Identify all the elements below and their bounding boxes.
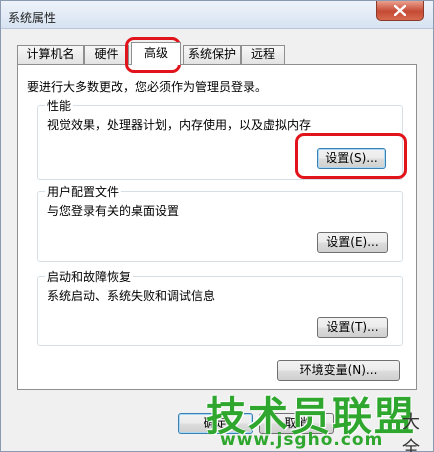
tab-system-protection[interactable]: 系统保护 (183, 45, 241, 64)
admin-notice: 要进行大多数更改，您必须作为管理员登录。 (27, 80, 268, 94)
cancel-button[interactable]: 取消 (259, 413, 334, 434)
tab-remote[interactable]: 远程 (241, 45, 285, 64)
user-profiles-settings-button[interactable]: 设置(E)... (317, 232, 388, 253)
watermark-side-text: 大全 (402, 412, 420, 452)
system-properties-window: 系统属性 计算机名 硬件 高级 系统保护 远程 要进行大多数更改，您必须作为管理… (0, 0, 434, 452)
close-button[interactable] (376, 1, 424, 21)
performance-label: 性能 (45, 97, 74, 114)
tab-advanced[interactable]: 高级 (131, 42, 181, 65)
startup-recovery-settings-button[interactable]: 设置(T)... (317, 317, 388, 338)
user-profiles-label: 用户配置文件 (45, 183, 122, 200)
tab-computer-name[interactable]: 计算机名 (17, 45, 84, 64)
window-title: 系统属性 (8, 11, 57, 25)
title-bar[interactable]: 系统属性 (1, 1, 433, 29)
startup-recovery-description: 系统启动、系统失败和调试信息 (47, 289, 216, 303)
startup-recovery-label: 启动和故障恢复 (45, 268, 134, 285)
close-icon (394, 5, 406, 16)
performance-description: 视觉效果，处理器计划，内存使用，以及虚拟内存 (47, 118, 312, 132)
performance-settings-button[interactable]: 设置(S)... (317, 148, 386, 169)
user-profiles-description: 与您登录有关的桌面设置 (47, 204, 180, 218)
tab-hardware[interactable]: 硬件 (84, 45, 129, 64)
environment-variables-button[interactable]: 环境变量(N)... (277, 360, 400, 381)
ok-button[interactable]: 确定 (178, 413, 253, 434)
